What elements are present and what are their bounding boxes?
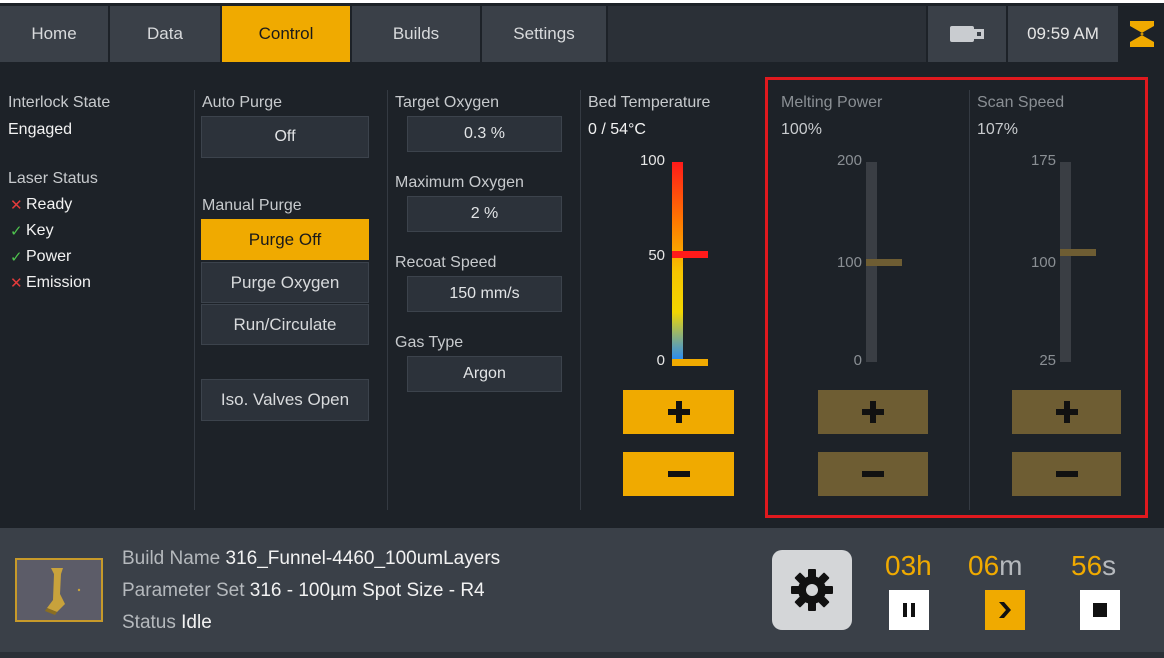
max-oxygen-field[interactable]: 2 % [407, 196, 562, 232]
bed-temp-label: Bed Temperature [588, 94, 711, 111]
target-oxygen-label: Target Oxygen [395, 94, 500, 111]
bed-temp-increase-button[interactable] [623, 390, 734, 434]
build-settings-button[interactable] [772, 550, 852, 630]
pause-icon [903, 603, 915, 617]
x-mark-icon: ✕ [10, 275, 23, 292]
status-row: Status Idle [122, 612, 212, 633]
timer-minutes: 06m [968, 550, 1023, 581]
resume-button[interactable] [985, 590, 1025, 630]
bottom-strip [0, 652, 1164, 658]
laser-status-key: ✓ Key [10, 222, 54, 240]
bed-tick-min: 0 [656, 352, 665, 369]
parameter-set-value: 316 - 100µm Spot Size - R4 [249, 580, 485, 601]
max-oxygen-label: Maximum Oxygen [395, 174, 524, 191]
bed-temp-value: 0 / 54°C [588, 121, 646, 138]
pause-button[interactable] [889, 590, 929, 630]
gas-type-field[interactable]: Argon [407, 356, 562, 392]
auto-purge-label: Auto Purge [202, 94, 283, 111]
laser-status-ready: ✕ Ready [10, 196, 73, 214]
build-name-value: 316_Funnel-4460_100umLayers [225, 548, 501, 569]
purge-off-button[interactable]: Purge Off [201, 219, 369, 260]
bed-tick-mid: 50 [648, 247, 665, 264]
interlock-value: Engaged [8, 121, 73, 138]
bed-temp-decrease-button[interactable] [623, 452, 734, 496]
bed-current-marker [672, 358, 708, 366]
build-status-value: Idle [181, 612, 212, 633]
tab-data[interactable]: Data [110, 6, 220, 62]
build-name-row: Build Name 316_Funnel-4460_100umLayers [122, 548, 501, 569]
clock: 09:59 AM [1008, 6, 1118, 62]
tab-control[interactable]: Control [222, 6, 350, 62]
target-oxygen-field[interactable]: 0.3 % [407, 116, 562, 152]
bed-temp-gauge [672, 162, 683, 362]
plus-icon [667, 401, 690, 423]
chevron-right-icon [999, 602, 1011, 618]
iso-valves-button[interactable]: Iso. Valves Open [201, 379, 369, 421]
laser-status-label: Laser Status [8, 170, 98, 187]
auto-purge-toggle[interactable]: Off [201, 116, 369, 158]
usb-status[interactable] [928, 6, 1006, 62]
manual-purge-label: Manual Purge [202, 197, 302, 214]
run-circulate-button[interactable]: Run/Circulate [201, 304, 369, 345]
recoat-speed-field[interactable]: 150 mm/s [407, 276, 562, 312]
check-mark-icon: ✓ [10, 223, 23, 240]
build-status-bar: Build Name 316_Funnel-4460_100umLayers P… [0, 528, 1164, 652]
parameter-set-row: Parameter Set 316 - 100µm Spot Size - R4 [122, 580, 485, 601]
tab-builds[interactable]: Builds [352, 6, 480, 62]
tab-home[interactable]: Home [0, 6, 108, 62]
purge-oxygen-button[interactable]: Purge Oxygen [201, 262, 369, 303]
tab-settings[interactable]: Settings [482, 6, 606, 62]
gas-type-label: Gas Type [395, 334, 464, 351]
x-mark-icon: ✕ [10, 197, 23, 214]
gear-icon [791, 569, 833, 611]
stop-button[interactable] [1080, 590, 1120, 630]
brand-logo-icon [1119, 6, 1164, 62]
usb-drive-icon [950, 26, 984, 42]
timer-hours: 03h [885, 550, 932, 581]
highlight-box [765, 77, 1148, 518]
laser-status-emission: ✕ Emission [10, 274, 91, 292]
laser-status-power: ✓ Power [10, 248, 72, 266]
recoat-speed-label: Recoat Speed [395, 254, 497, 271]
bed-setpoint-marker[interactable] [672, 250, 708, 258]
minus-icon [667, 471, 690, 477]
nav-spacer [608, 6, 926, 62]
build-thumbnail[interactable] [15, 558, 103, 622]
clock-time: 09:59 AM [1027, 24, 1099, 43]
top-nav: Home Data Control Builds Settings 09:59 … [0, 0, 1164, 66]
check-mark-icon: ✓ [10, 249, 23, 266]
stop-icon [1093, 603, 1107, 617]
interlock-label: Interlock State [8, 94, 111, 111]
timer-seconds: 56s [1071, 550, 1117, 581]
bed-tick-max: 100 [639, 152, 665, 169]
